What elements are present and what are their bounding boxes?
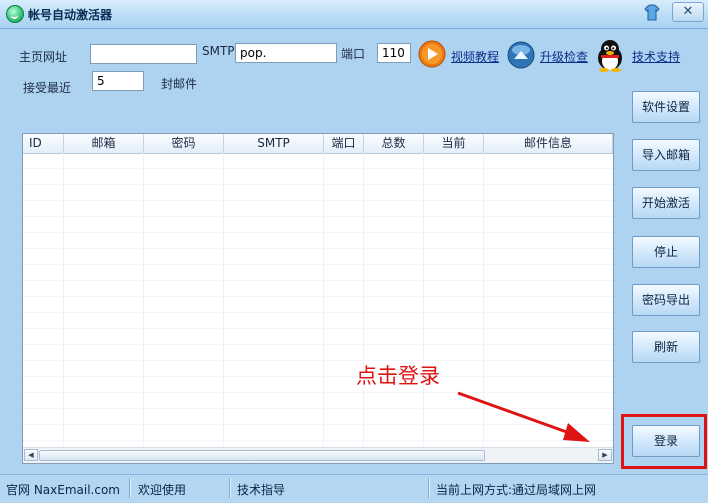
grid-column-line [363, 153, 364, 449]
start-activation-button[interactable]: 开始激活 [632, 187, 700, 219]
grid-row-line [23, 344, 613, 345]
annotation-text: 点击登录 [356, 364, 440, 388]
annotation-arrow-icon [457, 391, 590, 442]
grid-row-line [23, 232, 613, 233]
status-network: 当前上网方式:通过局域网上网 [436, 483, 597, 497]
window-title: 帐号自动激活器 [28, 8, 113, 22]
video-play-icon[interactable] [418, 40, 446, 68]
grid-row-line [23, 280, 613, 281]
grid-column-line [423, 153, 424, 449]
grid-row-line [23, 200, 613, 201]
grid-column-header[interactable]: SMTP [224, 134, 324, 153]
import-mailbox-button[interactable]: 导入邮箱 [632, 139, 700, 171]
skin-shirt-icon[interactable] [644, 4, 660, 22]
status-divider [129, 478, 131, 498]
port-input[interactable] [377, 43, 411, 63]
grid-column-header[interactable]: 邮件信息 [484, 134, 613, 153]
grid-row-line [23, 216, 613, 217]
main-window: 帐号自动激活器 ✕ 主页网址 SMTP 端口 视频教程 升级检查 技术支持 接受… [0, 0, 708, 503]
password-export-button[interactable]: 密码导出 [632, 284, 700, 316]
receive-count-input[interactable] [92, 71, 144, 91]
scroll-right-arrow-icon[interactable]: ▶ [598, 449, 612, 461]
title-bar: 帐号自动激活器 ✕ [0, 0, 708, 29]
upgrade-check-link[interactable]: 升级检查 [540, 48, 588, 65]
upgrade-check-icon[interactable] [506, 40, 536, 70]
refresh-button[interactable]: 刷新 [632, 331, 700, 363]
grid-column-line [323, 153, 324, 449]
tech-support-link[interactable]: 技术支持 [632, 48, 680, 65]
app-logo-icon [6, 5, 24, 23]
grid-header: ID 邮箱 密码 SMTP 端口 总数 当前 邮件信息 [23, 134, 613, 154]
status-site: 官网 NaxEmail.com [6, 483, 120, 497]
receive-unit-label: 封邮件 [161, 77, 198, 91]
grid-column-line [143, 153, 144, 449]
grid-row-line [23, 376, 613, 377]
grid-row-line [23, 328, 613, 329]
grid-column-line [63, 153, 64, 449]
grid-row-line [23, 184, 613, 185]
status-bar: 官网 NaxEmail.com 欢迎使用 技术指导 当前上网方式:通过局域网上网 [0, 474, 708, 503]
annotation-highlight-box [621, 414, 707, 469]
close-button[interactable]: ✕ [672, 2, 704, 22]
grid-column-header[interactable]: 端口 [324, 134, 364, 153]
port-label: 端口 [341, 47, 366, 61]
grid-row-line [23, 248, 613, 249]
scroll-thumb[interactable] [39, 450, 485, 461]
video-tutorial-link[interactable]: 视频教程 [451, 48, 499, 65]
homepage-label: 主页网址 [19, 50, 68, 64]
software-settings-button[interactable]: 软件设置 [632, 91, 700, 123]
status-guide: 技术指导 [237, 483, 286, 497]
grid-row-line [23, 360, 613, 361]
smtp-input[interactable] [235, 43, 337, 63]
grid-row-line [23, 312, 613, 313]
grid-column-header[interactable]: ID [23, 134, 64, 153]
stop-button[interactable]: 停止 [632, 236, 700, 268]
receive-recent-label: 接受最近 [23, 81, 72, 95]
scroll-left-arrow-icon[interactable]: ◀ [24, 449, 38, 461]
grid-row-line [23, 296, 613, 297]
smtp-label: SMTP [202, 44, 235, 58]
status-divider [229, 478, 231, 498]
grid-row-line [23, 264, 613, 265]
grid-column-header[interactable]: 当前 [424, 134, 484, 153]
grid-column-line [223, 153, 224, 449]
homepage-input[interactable] [90, 44, 197, 64]
qq-penguin-icon[interactable] [594, 38, 626, 72]
grid-row-line [23, 168, 613, 169]
status-divider [428, 478, 430, 498]
grid-column-header[interactable]: 总数 [364, 134, 424, 153]
grid-column-header[interactable]: 邮箱 [64, 134, 144, 153]
grid-column-header[interactable]: 密码 [144, 134, 224, 153]
status-welcome: 欢迎使用 [138, 483, 187, 497]
